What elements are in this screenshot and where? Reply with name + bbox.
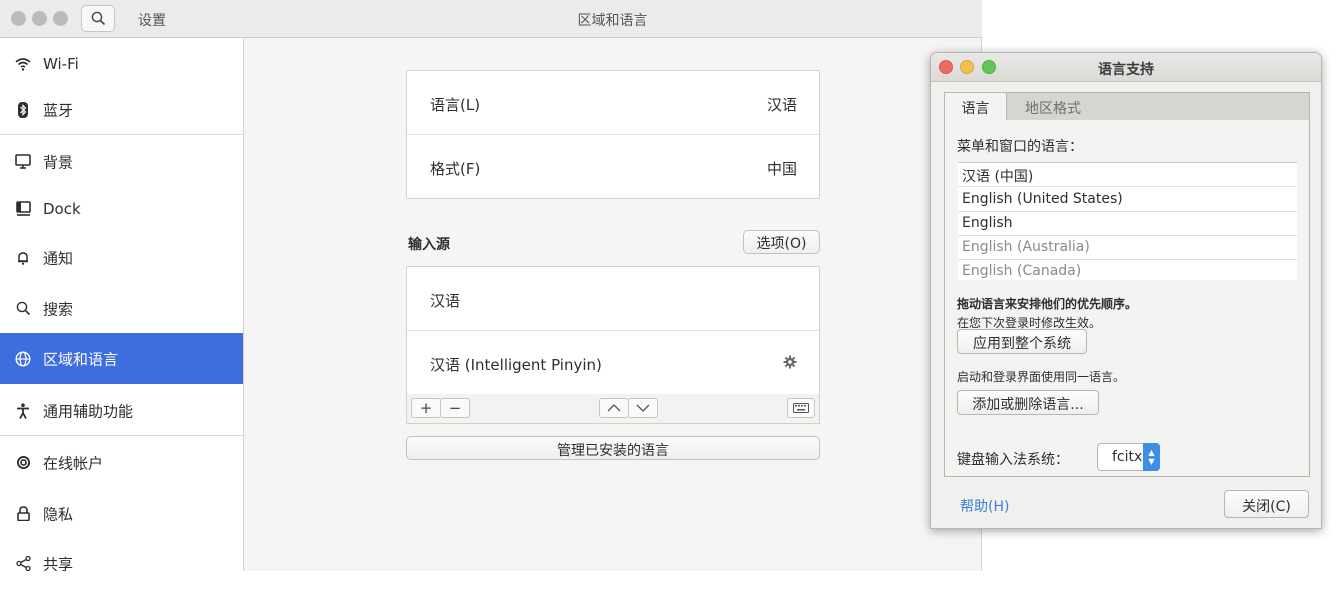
sidebar-item-label: 背景 [43, 153, 74, 171]
sidebar-item-background[interactable]: 背景 [0, 136, 243, 187]
sidebar-item-label: 蓝牙 [43, 101, 74, 119]
sidebar-item-label: 搜索 [43, 300, 74, 318]
monitor-icon [14, 153, 32, 171]
input-sources-toolbar: + − [406, 394, 820, 424]
language-row[interactable]: 语言(L) 汉语 [407, 71, 819, 135]
keyboard-input-label: 键盘输入法系统： [957, 452, 1069, 468]
globe-icon [14, 350, 32, 368]
input-sources-list: 汉语 汉语 (Intelligent Pinyin) [406, 266, 820, 395]
sidebar-item-privacy[interactable]: 隐私 [0, 488, 243, 539]
online-accounts-icon [14, 454, 32, 472]
wifi-icon [14, 55, 32, 73]
minus-icon: − [448, 399, 462, 417]
sidebar-item-label: 区域和语言 [43, 350, 119, 368]
move-up-button[interactable] [599, 398, 629, 418]
gear-icon[interactable] [783, 355, 797, 373]
sidebar-item-label: 通知 [43, 249, 74, 267]
sidebar-item-label: 通用辅助功能 [43, 402, 134, 420]
sidebar-item-search[interactable]: 搜索 [0, 283, 243, 334]
sidebar-item-label: Dock [43, 199, 81, 218]
list-item[interactable]: English (Australia) [958, 236, 1297, 260]
sidebar-item-accessibility[interactable]: 通用辅助功能 [0, 385, 243, 436]
language-list[interactable]: 汉语 (中国) English (United States) English … [958, 162, 1297, 280]
page-title: 区域和语言 [577, 13, 648, 29]
dialog-title: 语言支持 [1098, 62, 1154, 78]
list-item[interactable]: English (Canada) [958, 260, 1297, 280]
input-source-label: 汉语 (Intelligent Pinyin) [430, 356, 602, 374]
sidebar-item-online-accounts[interactable]: 在线帐户 [0, 437, 243, 488]
sidebar-item-label: 在线帐户 [43, 454, 104, 472]
language-tab-panel: 菜单和窗口的语言： 汉语 (中国) English (United States… [944, 120, 1310, 477]
spin-arrows-icon: ▲ ▼ [1143, 443, 1160, 471]
dialog-titlebar: 语言支持 [931, 53, 1321, 82]
plus-icon: + [419, 399, 433, 417]
bluetooth-icon [14, 101, 32, 119]
formats-row-value: 中国 [766, 160, 797, 178]
tab-language[interactable]: 语言 [945, 93, 1007, 121]
language-support-dialog: 语言支持 语言 地区格式 菜单和窗口的语言： 汉语 (中国) English (… [930, 52, 1322, 529]
add-remove-languages-button[interactable]: 添加或删除语言... [957, 390, 1099, 415]
sidebar-item-dock[interactable]: Dock [0, 183, 243, 234]
keyboard-icon [793, 403, 809, 413]
share-icon [14, 555, 32, 573]
sidebar-separator [0, 435, 243, 436]
list-item[interactable]: English [958, 212, 1297, 236]
apply-system-hint: 启动和登录界面使用同一语言。 [957, 370, 1126, 384]
keyboard-input-method-select[interactable]: fcitx ▲ ▼ [1097, 443, 1160, 471]
language-row-value: 汉语 [766, 96, 797, 114]
remove-input-source-button[interactable]: − [440, 398, 470, 418]
list-item[interactable]: English (United States) [958, 188, 1297, 212]
chevron-up-icon [607, 404, 621, 412]
close-button[interactable]: 关闭(C) [1224, 490, 1309, 518]
bell-icon [14, 249, 32, 267]
drag-hint: 拖动语言来安排他们的优先顺序。 [957, 297, 1138, 311]
chevron-down-icon [636, 404, 650, 412]
sidebar-item-label: Wi-Fi [43, 54, 79, 73]
sidebar-item-sharing[interactable]: 共享 [0, 538, 243, 589]
dock-icon [14, 200, 32, 218]
options-button[interactable]: 选项(O) [743, 230, 820, 254]
list-item[interactable]: 汉语 (中国) [958, 163, 1297, 187]
sidebar: Wi-Fi 蓝牙 背景 Dock 通知 搜索 区域和语言 通用辅助功能 在线帐户… [0, 38, 244, 573]
formats-row[interactable]: 格式(F) 中国 [407, 135, 819, 199]
dialog-tabs: 语言 地区格式 [944, 92, 1310, 121]
region-language-panel: 语言(L) 汉语 格式(F) 中国 输入源 选项(O) 汉语 汉语 (Intel… [244, 38, 981, 571]
sidebar-item-notifications[interactable]: 通知 [0, 232, 243, 283]
tab-regional-formats[interactable]: 地区格式 [1007, 93, 1099, 121]
language-format-card: 语言(L) 汉语 格式(F) 中国 [406, 70, 820, 199]
help-link[interactable]: 帮助(H) [960, 496, 1009, 516]
sidebar-item-wifi[interactable]: Wi-Fi [0, 38, 243, 89]
search-icon [14, 300, 32, 318]
add-input-source-button[interactable]: + [411, 398, 441, 418]
input-source-item[interactable]: 汉语 [407, 267, 819, 331]
accessibility-icon [14, 402, 32, 420]
settings-headerbar: 设置 区域和语言 [0, 0, 982, 38]
sidebar-item-bluetooth[interactable]: 蓝牙 [0, 84, 243, 135]
input-source-item[interactable]: 汉语 (Intelligent Pinyin) [407, 331, 819, 395]
keyboard-input-value: fcitx [1112, 449, 1143, 465]
apply-system-wide-button[interactable]: 应用到整个系统 [957, 329, 1087, 354]
input-sources-title: 输入源 [408, 237, 450, 253]
sidebar-item-label: 隐私 [43, 505, 74, 523]
manage-languages-button[interactable]: 管理已安装的语言 [406, 436, 820, 460]
input-source-label: 汉语 [430, 292, 461, 310]
formats-row-label: 格式(F) [430, 160, 481, 178]
keyboard-layout-button[interactable] [787, 398, 815, 418]
sidebar-item-region-language[interactable]: 区域和语言 [0, 333, 243, 384]
lock-icon [14, 505, 32, 523]
language-row-label: 语言(L) [430, 96, 481, 114]
menu-language-label: 菜单和窗口的语言： [957, 139, 1083, 155]
settings-window: 设置 区域和语言 Wi-Fi 蓝牙 背景 Dock 通知 搜索 区域和语言 通用… [0, 0, 982, 573]
sidebar-separator [0, 134, 243, 135]
move-down-button[interactable] [628, 398, 658, 418]
